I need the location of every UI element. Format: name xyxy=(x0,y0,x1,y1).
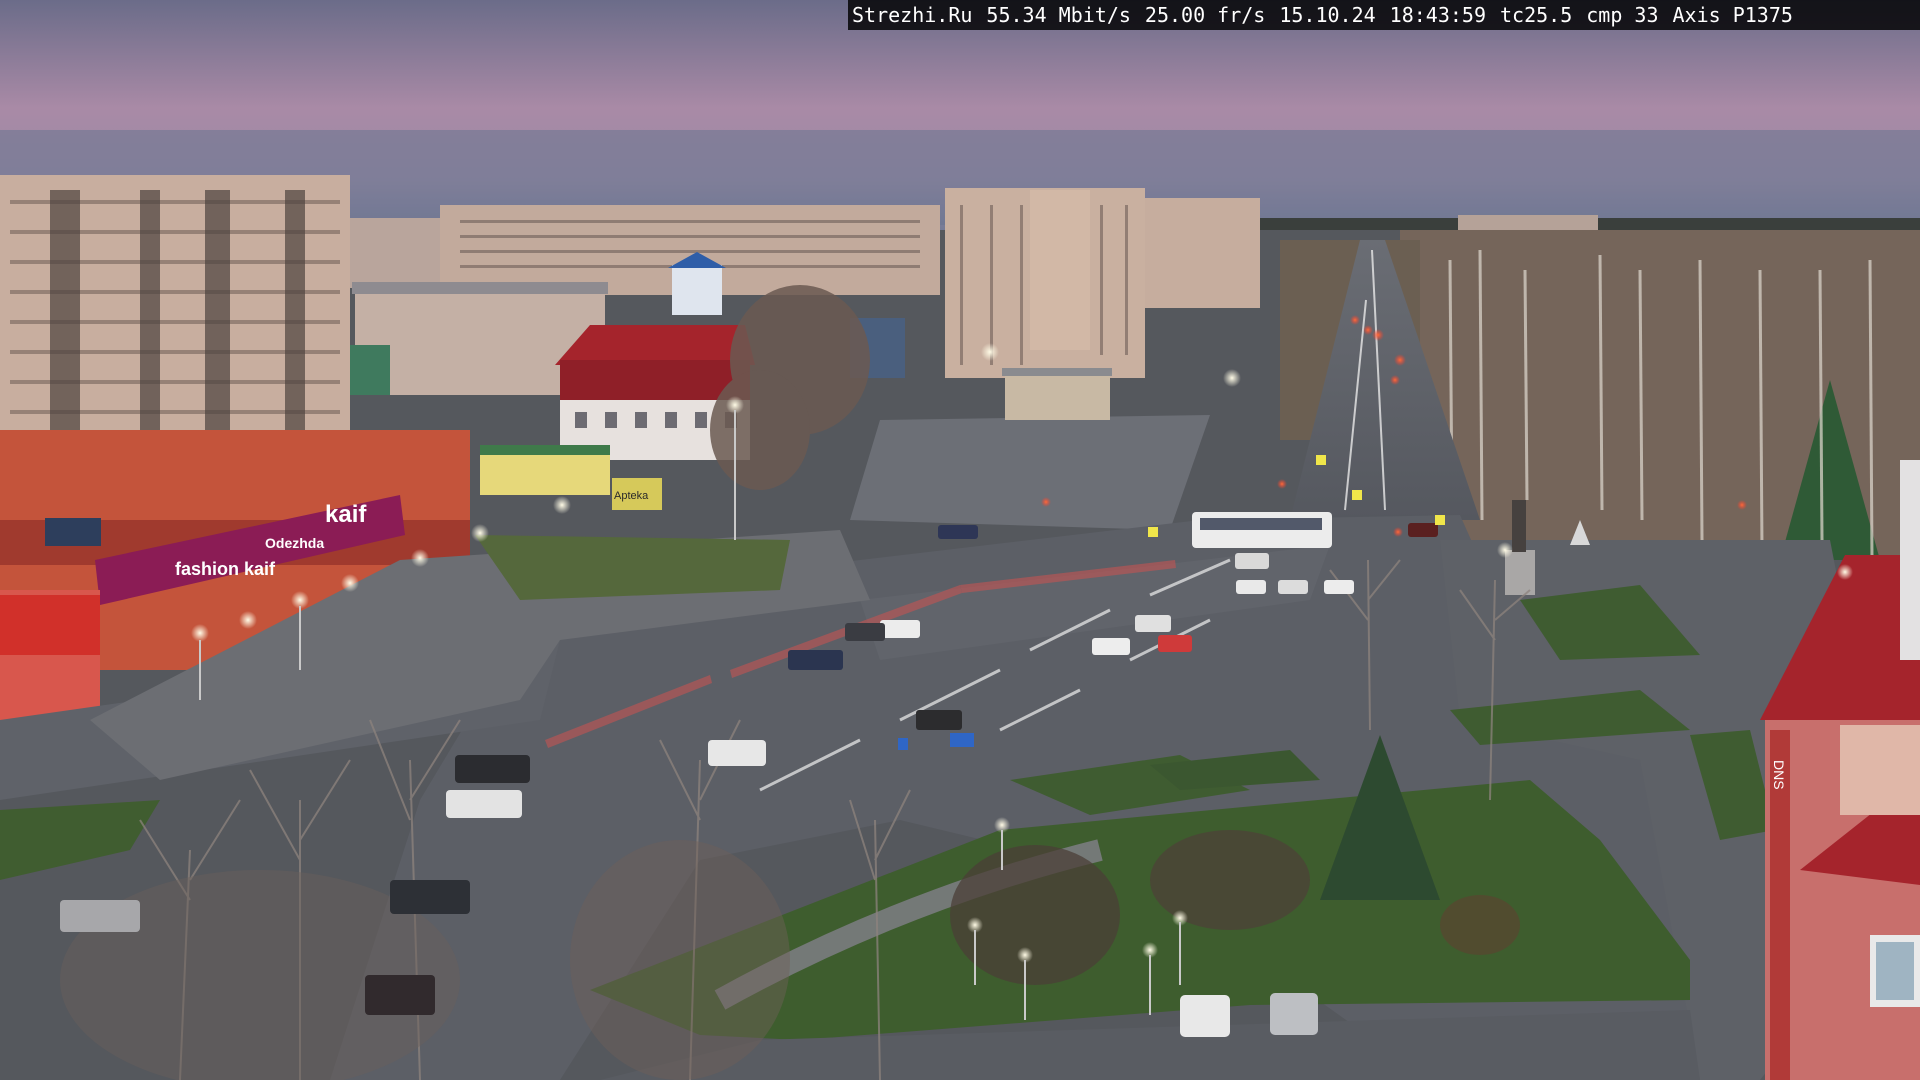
central-plaza xyxy=(850,415,1210,530)
osd-date: 15.10.24 xyxy=(1279,3,1376,27)
osd-camera: Axis P1375 xyxy=(1672,3,1793,27)
camera-frame: kaif fashion kaif Odezhda Apteka DNS Str… xyxy=(0,0,1920,1080)
monument-pedestal xyxy=(1505,550,1535,595)
store-small-sign: Odezhda xyxy=(265,535,324,551)
osd-bitrate: 55.34 Mbit/s xyxy=(986,3,1131,27)
pharmacy-sign: Apteka xyxy=(614,490,649,502)
osd-time: 18:43:59 xyxy=(1389,3,1486,27)
left-lawn xyxy=(475,535,790,600)
monument-statue xyxy=(1512,500,1526,552)
store-left-sign: fashion kaif xyxy=(175,559,276,579)
tower-sign: DNS xyxy=(1771,760,1787,790)
store-dark-sign xyxy=(45,518,101,546)
bus xyxy=(1192,512,1332,548)
blue-roof-tower xyxy=(672,265,722,315)
plaza-pavilion xyxy=(1005,372,1110,420)
osd-fps: 25.00 fr/s xyxy=(1144,3,1266,27)
pharmacy-kiosk xyxy=(480,450,610,495)
city-square-scene: kaif fashion kaif Odezhda Apteka DNS xyxy=(0,0,1920,1080)
green-annex xyxy=(350,345,390,395)
camera-osd-overlay: Strezhi.Ru 55.34 Mbit/s 25.00 fr/s 15.10.24… xyxy=(848,0,1920,30)
osd-tc: tc25.5 xyxy=(1500,3,1573,27)
store-main-sign: kaif xyxy=(325,501,367,528)
osd-site: Strezhi.Ru xyxy=(852,3,973,27)
right-edge-building xyxy=(1900,460,1920,660)
osd-cmp: cmp 33 xyxy=(1586,3,1659,27)
